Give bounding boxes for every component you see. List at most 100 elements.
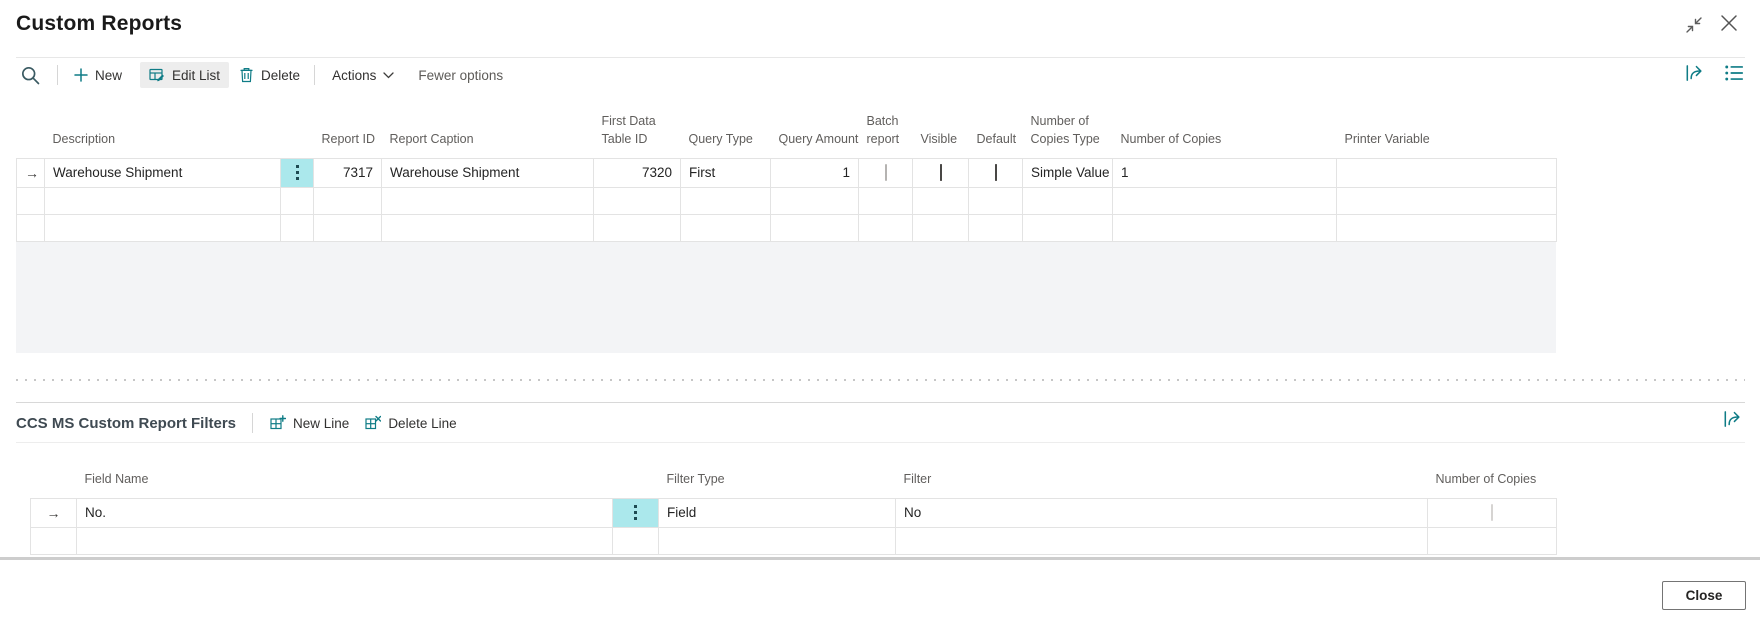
description-cell[interactable]: Warehouse Shipment <box>45 158 281 187</box>
chevron-down-icon <box>383 72 394 79</box>
first-data-table-id-cell[interactable]: 7320 <box>594 158 681 187</box>
report-id-cell[interactable]: 7317 <box>314 158 382 187</box>
column-header-description[interactable]: Description <box>45 100 281 158</box>
column-header-default[interactable]: Default <box>969 100 1023 158</box>
footer-divider <box>0 557 1760 560</box>
number-of-copies-type-cell[interactable]: Simple Value <box>1023 158 1113 187</box>
share-icon[interactable] <box>1684 62 1706 84</box>
share-icon <box>1722 408 1744 430</box>
close-button-label: Close <box>1686 588 1723 603</box>
actions-menu-label: Actions <box>332 68 376 83</box>
filters-section-header: CCS MS Custom Report Filters New Line <box>16 406 457 440</box>
toolbar-divider <box>57 65 58 85</box>
empty-cell[interactable] <box>77 527 613 554</box>
batch-report-checkbox[interactable] <box>885 164 887 181</box>
column-header-query-amount[interactable]: Query Amount <box>771 100 859 158</box>
filters-share-button[interactable] <box>1722 408 1744 430</box>
page-title: Custom Reports <box>16 12 182 36</box>
visible-checkbox[interactable] <box>940 164 942 181</box>
row-options-cell[interactable] <box>613 498 659 527</box>
custom-reports-table: Description Report ID Report Caption Fir… <box>16 100 1557 242</box>
table-row-empty <box>17 187 1557 214</box>
plus-icon <box>74 68 88 82</box>
number-of-copies-checkbox[interactable] <box>1491 504 1493 521</box>
search-icon <box>20 65 41 86</box>
column-header-indicator <box>17 100 45 158</box>
current-row-indicator: → <box>31 498 77 527</box>
new-line-icon <box>270 415 286 431</box>
custom-reports-dialog: Custom Reports New <box>0 0 1760 623</box>
column-header-number-of-copies[interactable]: Number of Copies <box>1113 100 1337 158</box>
column-header-printer-variable[interactable]: Printer Variable <box>1337 100 1557 158</box>
number-of-copies-cell[interactable]: 1 <box>1113 158 1337 187</box>
query-type-cell[interactable]: First <box>681 158 771 187</box>
column-header-report-caption[interactable]: Report Caption <box>382 100 594 158</box>
close-window-icon[interactable] <box>1717 11 1741 35</box>
column-header-filter[interactable]: Filter <box>896 460 1428 498</box>
ellipsis-vertical-icon <box>621 505 650 520</box>
table-row: → No. Field No <box>31 498 1557 527</box>
section-divider <box>252 413 253 433</box>
filters-section-title: CCS MS Custom Report Filters <box>16 415 236 432</box>
filters-section-top-border <box>16 402 1745 403</box>
collapse-icon <box>1684 15 1704 35</box>
new-line-label: New Line <box>293 416 349 431</box>
column-header-query-type[interactable]: Query Type <box>681 100 771 158</box>
edit-list-icon <box>149 67 165 83</box>
fewer-options-label: Fewer options <box>418 68 503 83</box>
delete-line-icon <box>365 415 381 431</box>
number-of-copies-cell[interactable] <box>1428 498 1557 527</box>
table-row: → Warehouse Shipment 7317 Warehouse Ship… <box>17 158 1557 187</box>
new-line-button[interactable]: New Line <box>270 415 349 431</box>
edit-list-button-label: Edit List <box>172 68 220 83</box>
current-row-indicator: → <box>17 158 45 187</box>
report-caption-cell[interactable]: Warehouse Shipment <box>382 158 594 187</box>
batch-report-cell[interactable] <box>859 158 913 187</box>
empty-cell[interactable] <box>45 187 281 214</box>
new-button[interactable]: New <box>74 68 122 83</box>
report-filters-table: Field Name Filter Type Filter Number of … <box>30 460 1557 555</box>
table-row-empty <box>31 527 1557 554</box>
search-button[interactable] <box>20 65 41 86</box>
row-options-cell[interactable] <box>281 158 314 187</box>
column-header-batch-report[interactable]: Batch report <box>859 100 913 158</box>
column-header-indicator <box>31 460 77 498</box>
printer-variable-cell[interactable] <box>1337 158 1557 187</box>
collapse-window-icon[interactable] <box>1682 13 1706 37</box>
filter-type-cell[interactable]: Field <box>659 498 896 527</box>
column-header-number-of-copies[interactable]: Number of Copies <box>1428 460 1557 498</box>
filter-cell[interactable]: No <box>896 498 1428 527</box>
section-dotted-separator <box>16 379 1745 381</box>
empty-cell[interactable] <box>45 214 281 241</box>
column-header-report-id[interactable]: Report ID <box>314 100 382 158</box>
table-row-empty <box>17 214 1557 241</box>
column-header-first-data-table-id[interactable]: First Data Table ID <box>594 100 681 158</box>
query-amount-cell[interactable]: 1 <box>771 158 859 187</box>
toolbar-divider <box>314 65 315 85</box>
delete-line-button[interactable]: Delete Line <box>365 415 456 431</box>
column-header-number-of-copies-type[interactable]: Number of Copies Type <box>1023 100 1113 158</box>
new-button-label: New <box>95 68 122 83</box>
delete-button-label: Delete <box>261 68 300 83</box>
default-checkbox[interactable] <box>995 164 997 181</box>
column-header-visible[interactable]: Visible <box>913 100 969 158</box>
actions-menu-button[interactable]: Actions <box>332 68 394 83</box>
toolbar-right-icons <box>1684 62 1745 84</box>
column-header-options <box>281 100 314 158</box>
field-name-cell[interactable]: No. <box>77 498 613 527</box>
close-icon <box>1718 12 1740 34</box>
close-button[interactable]: Close <box>1662 581 1746 610</box>
empty-rows-area <box>16 242 1556 353</box>
column-header-field-name[interactable]: Field Name <box>77 460 613 498</box>
delete-button[interactable]: Delete <box>239 67 300 83</box>
default-cell[interactable] <box>969 158 1023 187</box>
fewer-options-button[interactable]: Fewer options <box>418 68 503 83</box>
delete-line-label: Delete Line <box>388 416 456 431</box>
filters-header-bottom-border <box>16 442 1745 443</box>
action-bar: New Edit List Delete <box>20 60 503 90</box>
show-list-icon[interactable] <box>1723 62 1745 84</box>
column-header-filter-type[interactable]: Filter Type <box>659 460 896 498</box>
toolbar-top-divider <box>16 57 1745 58</box>
edit-list-button[interactable]: Edit List <box>140 62 229 88</box>
visible-cell[interactable] <box>913 158 969 187</box>
